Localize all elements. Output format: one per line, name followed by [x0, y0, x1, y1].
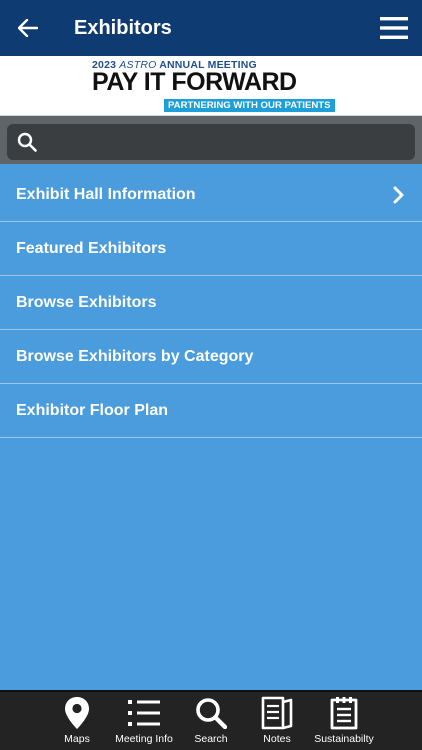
- menu-item-featured-exhibitors[interactable]: Featured Exhibitors: [0, 222, 422, 276]
- tab-sustainability[interactable]: Sustainabilty: [311, 692, 377, 750]
- menu-item-label: Exhibitor Floor Plan: [16, 401, 169, 419]
- back-button[interactable]: [0, 0, 56, 56]
- menu-item-label: Exhibit Hall Information: [16, 185, 196, 203]
- tab-maps[interactable]: Maps: [44, 692, 110, 750]
- notes-icon: [260, 695, 294, 731]
- banner-logo: 2023 ASTRO ANNUAL MEETING PAY IT FORWARD…: [92, 59, 335, 113]
- clipboard-icon: [327, 695, 361, 731]
- search-icon: [194, 695, 228, 731]
- menu-button[interactable]: [366, 0, 422, 56]
- exhibitors-menu: Exhibit Hall Information Featured Exhibi…: [0, 168, 422, 438]
- search-icon: [7, 124, 47, 160]
- map-pin-icon: [60, 695, 94, 731]
- tab-meeting-info[interactable]: Meeting Info: [111, 692, 177, 750]
- search-box[interactable]: [7, 124, 415, 160]
- menu-item-browse-exhibitors[interactable]: Browse Exhibitors: [0, 276, 422, 330]
- menu-item-label: Featured Exhibitors: [16, 239, 167, 257]
- menu-item-exhibitor-floor-plan[interactable]: Exhibitor Floor Plan: [0, 384, 422, 438]
- bottom-tab-bar: Maps Meeting Info Search Notes Sustainab…: [0, 690, 422, 750]
- arrow-left-icon: [18, 19, 38, 37]
- menu-item-exhibit-hall-information[interactable]: Exhibit Hall Information: [0, 168, 422, 222]
- list-icon: [127, 695, 161, 731]
- hamburger-menu-icon: [380, 17, 408, 39]
- chevron-right-icon: [393, 186, 404, 204]
- tab-search[interactable]: Search: [178, 692, 244, 750]
- search-input[interactable]: [47, 124, 415, 160]
- tab-label: Meeting Info: [115, 733, 173, 745]
- event-banner: 2023 ASTRO ANNUAL MEETING PAY IT FORWARD…: [0, 56, 422, 116]
- banner-tagline: PARTNERING WITH OUR PATIENTS: [164, 99, 335, 112]
- tab-label: Notes: [263, 733, 291, 745]
- search-bar-container: [0, 116, 422, 164]
- menu-item-browse-by-category[interactable]: Browse Exhibitors by Category: [0, 330, 422, 384]
- tab-label: Search: [194, 733, 228, 745]
- banner-headline: PAY IT FORWARD: [92, 68, 297, 96]
- top-app-bar: Exhibitors: [0, 0, 422, 56]
- tab-notes[interactable]: Notes: [244, 692, 310, 750]
- tab-label: Sustainabilty: [314, 733, 374, 745]
- menu-item-label: Browse Exhibitors: [16, 293, 157, 311]
- menu-item-label: Browse Exhibitors by Category: [16, 347, 254, 365]
- page-title: Exhibitors: [74, 16, 172, 39]
- tab-label: Maps: [64, 733, 90, 745]
